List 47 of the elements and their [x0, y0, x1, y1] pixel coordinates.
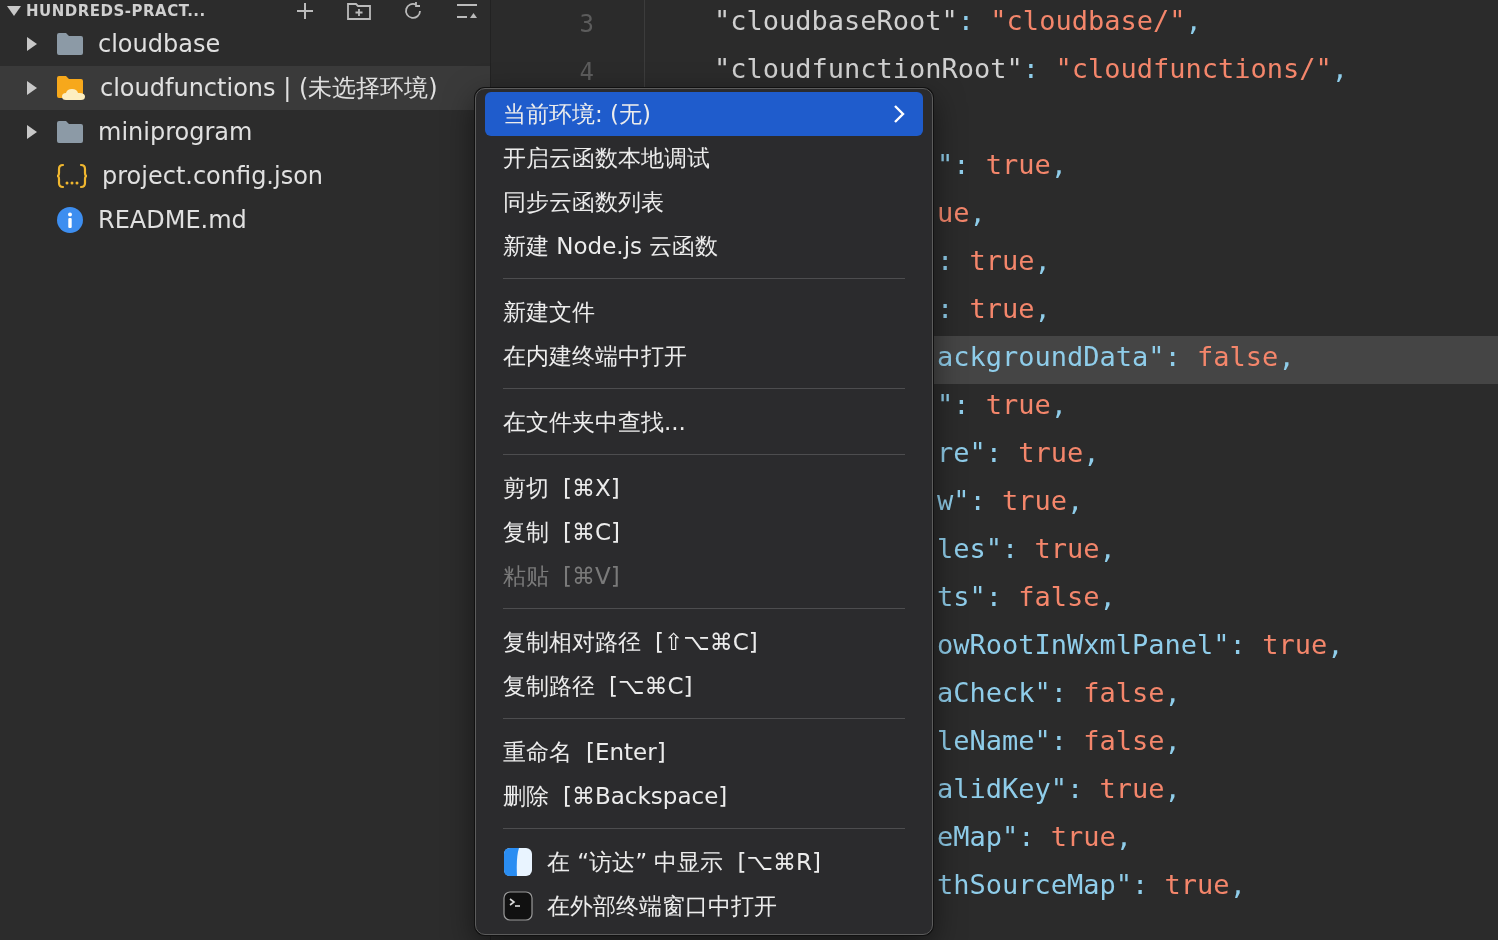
code-line: ue,	[937, 198, 986, 228]
menu-item[interactable]: 在文件夹中查找...	[485, 400, 923, 444]
tree-item[interactable]: cloudbase	[0, 22, 490, 66]
info-icon	[56, 206, 84, 234]
project-title[interactable]: HUNDREDS-PRACT...	[26, 2, 264, 20]
menu-item[interactable]: 新建文件	[485, 290, 923, 334]
code-line: re": true,	[937, 438, 1100, 468]
tree-item[interactable]: cloudfunctions | (未选择环境)	[0, 66, 490, 110]
menu-item[interactable]: 复制相对路径 [⇧⌥⌘C]	[485, 620, 923, 664]
app-icon	[503, 847, 533, 877]
code-line: leName": false,	[937, 726, 1181, 756]
menu-item[interactable]: 复制 [⌘C]	[485, 510, 923, 554]
code-line: owRootInWxmlPanel": true,	[937, 630, 1344, 660]
code-line: : true,	[937, 246, 1051, 276]
caret-icon[interactable]	[26, 125, 38, 139]
collapse-icon[interactable]	[454, 1, 480, 21]
code-line: w": true,	[937, 486, 1084, 516]
menu-item[interactable]: 复制路径 [⌥⌘C]	[485, 664, 923, 708]
menu-item[interactable]: 剪切 [⌘X]	[485, 466, 923, 510]
code-line: "cloudfunctionRoot": "cloudfunctions/",	[714, 54, 1348, 84]
code-line: thSourceMap": true,	[937, 870, 1246, 900]
menu-item[interactable]: 重命名 [Enter]	[485, 730, 923, 774]
caret-icon[interactable]	[26, 81, 38, 95]
code-line: : true,	[937, 294, 1051, 324]
caret-icon[interactable]	[7, 5, 21, 17]
code-line: "cloudbaseRoot": "cloudbase/",	[714, 6, 1202, 36]
caret-icon[interactable]	[26, 37, 38, 51]
terminal-icon	[503, 891, 533, 921]
folder-icon	[56, 32, 84, 56]
code-line: ": true,	[937, 390, 1068, 420]
menu-item[interactable]: 在外部终端窗口中打开	[485, 884, 923, 928]
code-line: eMap": true,	[937, 822, 1133, 852]
code-line: ts": false,	[937, 582, 1116, 612]
menu-item[interactable]: 当前环境: (无)	[485, 92, 923, 136]
code-line: aCheck": false,	[937, 678, 1181, 708]
code-line: ackgroundData": false,	[937, 342, 1295, 372]
json-braces-icon	[56, 163, 88, 189]
code-line: alidKey": true,	[937, 774, 1181, 804]
menu-item[interactable]: 在内建终端中打开	[485, 334, 923, 378]
code-line: ": true,	[937, 150, 1068, 180]
chevron-right-icon	[893, 104, 905, 124]
new-folder-icon[interactable]	[346, 1, 372, 21]
folder-icon	[56, 120, 84, 144]
menu-item[interactable]: 在 “访达” 中显示 [⌥⌘R]	[485, 840, 923, 884]
code-line: les": true,	[937, 534, 1116, 564]
menu-item[interactable]: 删除 [⌘Backspace]	[485, 774, 923, 818]
cloud-folder-icon	[56, 75, 86, 101]
